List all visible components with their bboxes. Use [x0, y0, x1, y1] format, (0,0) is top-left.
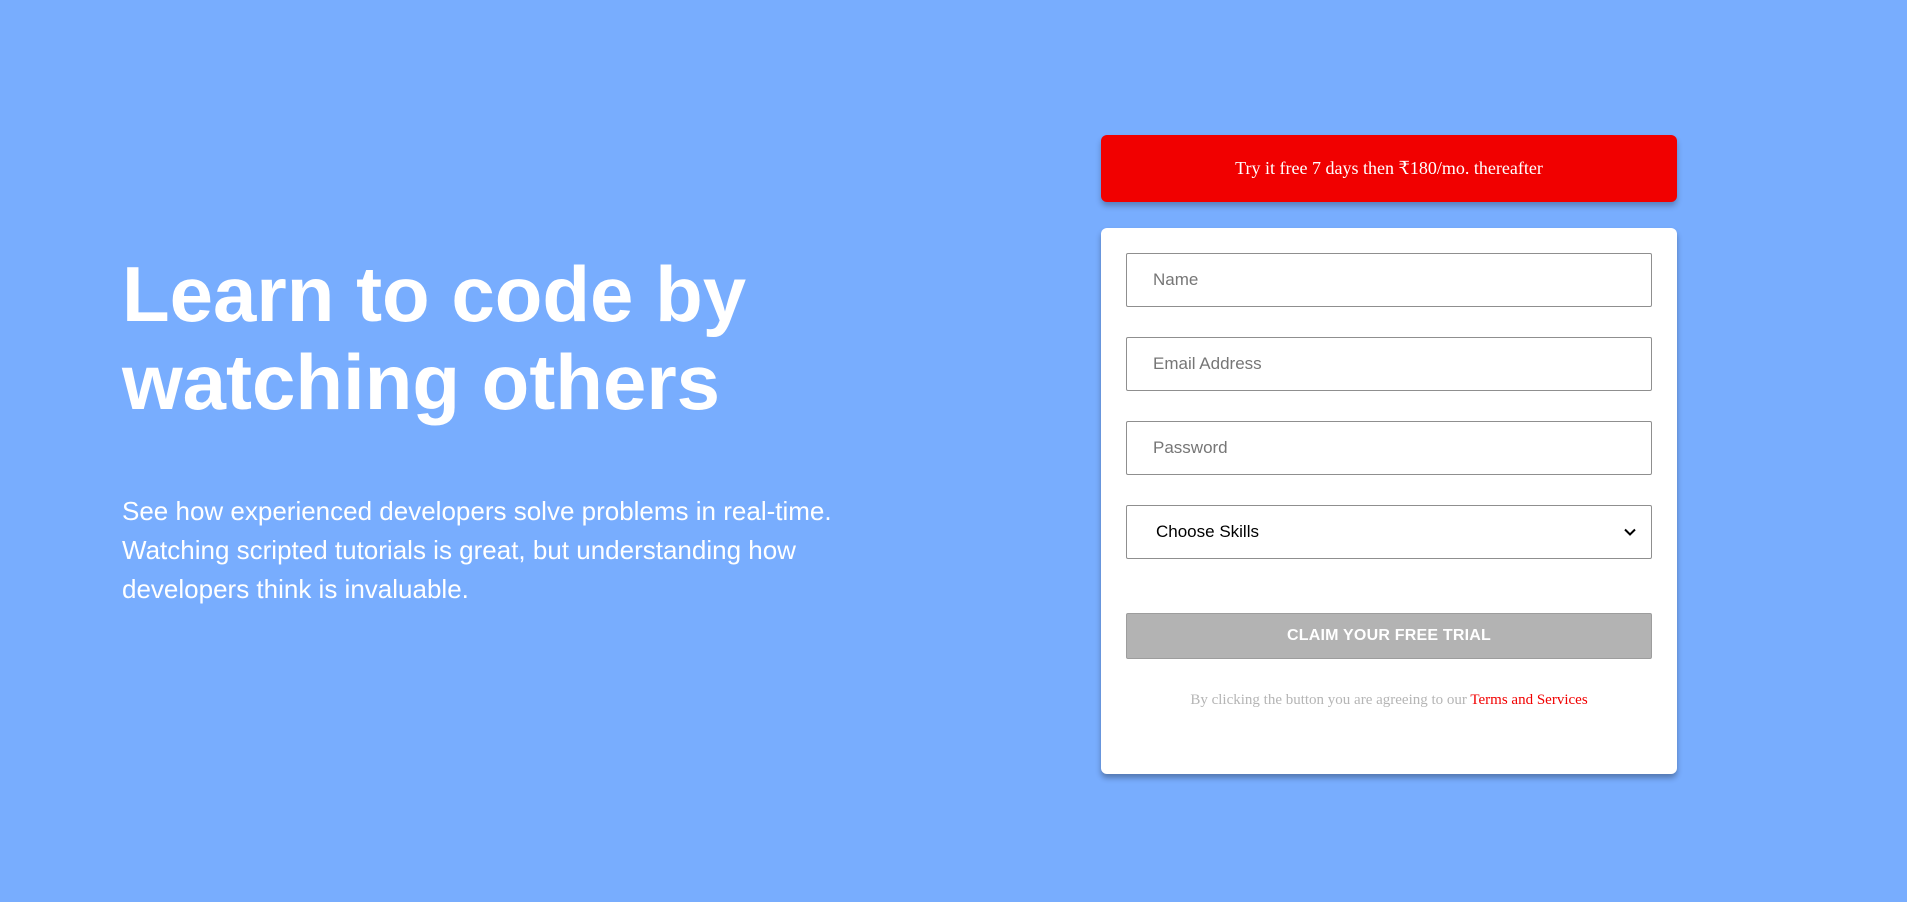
claim-free-trial-button[interactable]: CLAIM YOUR FREE TRIAL — [1126, 613, 1652, 659]
signup-form: Choose Skills CLAIM YOUR FREE TRIAL By c… — [1101, 228, 1677, 774]
email-input[interactable] — [1126, 337, 1652, 391]
hero-title: Learn to code by watching others — [122, 250, 747, 426]
hero-subtitle: See how experienced developers solve pro… — [122, 496, 832, 604]
legal-notice: By clicking the button you are agreeing … — [1126, 692, 1652, 709]
terms-link[interactable]: Terms and Services — [1470, 692, 1587, 708]
hero-section: Learn to code by watching others See how… — [122, 250, 922, 609]
name-input[interactable] — [1126, 253, 1652, 307]
chevron-down-icon — [1623, 525, 1637, 539]
skills-select-value: Choose Skills — [1156, 522, 1259, 541]
skills-select[interactable]: Choose Skills — [1126, 505, 1652, 559]
password-input[interactable] — [1126, 421, 1652, 475]
legal-prefix: By clicking the button you are agreeing … — [1190, 692, 1467, 708]
promo-text: Try it free 7 days then ₹180/mo. thereaf… — [1235, 158, 1543, 178]
promo-banner: Try it free 7 days then ₹180/mo. thereaf… — [1101, 135, 1677, 202]
